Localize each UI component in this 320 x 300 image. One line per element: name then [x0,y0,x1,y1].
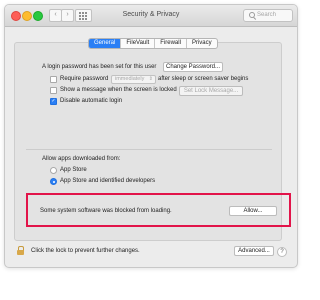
identified-developers-radio[interactable] [50,178,57,185]
app-store-label: App Store [60,167,87,173]
section-divider [26,149,272,150]
popup-arrows-icon: ⇕ [148,76,153,82]
require-password-checkbox[interactable] [50,76,57,83]
search-icon [249,12,255,18]
change-password-button[interactable]: Change Password... [163,62,223,72]
tab-general[interactable]: General [89,39,121,48]
login-password-text: A login password has been set for this u… [42,64,157,70]
help-button[interactable]: ? [277,247,287,257]
require-password-suffix: after sleep or screen saver begins [158,76,249,82]
lock-icon[interactable] [17,246,24,255]
question-mark-icon: ? [280,249,284,255]
allow-apps-heading: Allow apps downloaded from: [42,156,121,162]
require-password-label: Require password [60,76,109,82]
search-field[interactable]: Search [243,9,293,22]
lock-status-text: Click the lock to prevent further change… [31,248,140,254]
tab-firewall[interactable]: Firewall [154,39,186,48]
show-message-checkbox[interactable] [50,87,57,94]
require-password-delay-select[interactable]: immediately ⇕ [111,75,156,84]
checkmark-icon: ✓ [51,98,56,104]
show-message-label: Show a message when the screen is locked [60,87,177,93]
search-placeholder: Search [257,12,277,18]
tab-privacy[interactable]: Privacy [185,39,217,48]
app-store-radio[interactable] [50,167,57,174]
set-lock-message-button[interactable]: Set Lock Message... [179,86,243,96]
disable-automatic-login-label: Disable automatic login [60,98,123,104]
advanced-button[interactable]: Advanced... [234,246,274,256]
disable-automatic-login-checkbox[interactable]: ✓ [50,98,57,105]
tab-filevault[interactable]: FileVault [120,39,154,48]
identified-developers-label: App Store and identified developers [60,178,156,184]
title-bar: ‹ › Security & Privacy Search [5,5,297,27]
blocked-software-highlight [26,193,291,227]
require-password-delay-value: immediately [115,76,145,82]
tab-bar: General FileVault Firewall Privacy [88,38,218,49]
